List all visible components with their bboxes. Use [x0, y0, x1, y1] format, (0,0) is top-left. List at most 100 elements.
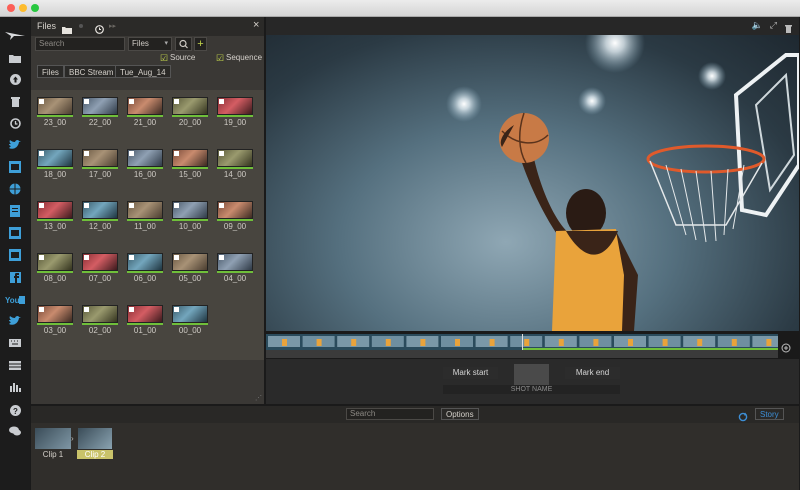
folder-icon[interactable] [8, 52, 22, 64]
clip-thumbnail [37, 149, 73, 167]
sequence-checkbox[interactable]: ☑ [216, 53, 224, 64]
clip-tile[interactable]: 14_00 [217, 149, 253, 180]
clip-status-bar [217, 115, 253, 117]
close-window-button[interactable] [7, 4, 15, 12]
clip-tile[interactable]: 23_00 [37, 97, 73, 128]
youtube-icon[interactable]: You [4, 293, 26, 305]
twitter-icon[interactable] [8, 315, 22, 327]
film-icon[interactable] [8, 249, 22, 261]
clip-tile[interactable]: 16_00 [127, 149, 163, 180]
filmstrip-figure [489, 339, 495, 346]
timeline-scroll-track[interactable] [266, 350, 778, 358]
clip-tile[interactable]: 13_00 [37, 201, 73, 232]
svg-text:?: ? [13, 407, 18, 416]
clip-tile[interactable]: 02_00 [82, 305, 118, 336]
chat-icon[interactable] [8, 425, 22, 437]
refresh-icon[interactable] [738, 409, 748, 427]
twitter-icon[interactable] [8, 139, 22, 151]
story-search-placeholder: Search [350, 409, 376, 418]
clip-status-bar [127, 323, 163, 325]
player-header: 🔈 ⤢ [266, 17, 799, 35]
film-icon[interactable] [8, 161, 22, 173]
upload-icon[interactable] [8, 73, 22, 85]
search-button[interactable] [175, 37, 192, 51]
breadcrumb-item[interactable]: Tue_Aug_14 [115, 65, 171, 78]
files-filter-value: Files [132, 39, 149, 48]
clip-tile[interactable]: 18_00 [37, 149, 73, 180]
window-titlebar [0, 0, 800, 17]
trash-icon[interactable] [8, 95, 22, 107]
clip-tile[interactable]: 12_00 [82, 201, 118, 232]
story-clip-thumbnail[interactable] [35, 428, 71, 449]
clip-status-bar [37, 167, 73, 169]
clip-tile[interactable]: 21_00 [127, 97, 163, 128]
clip-thumbnail [217, 201, 253, 219]
story-clip-label-selected[interactable]: Clip 2 [77, 450, 113, 459]
clip-thumbnail [172, 305, 208, 323]
timeline-filmstrip[interactable] [266, 334, 785, 356]
video-preview[interactable] [266, 35, 799, 331]
clip-label: 15_00 [178, 170, 202, 179]
clip-tile[interactable]: 20_00 [172, 97, 208, 128]
clip-tile[interactable]: 07_00 [82, 253, 118, 284]
clip-tile[interactable]: 03_00 [37, 305, 73, 336]
clip-status-bar [82, 115, 118, 117]
clip-tile[interactable]: 11_00 [127, 201, 163, 232]
story-button[interactable]: Story [755, 408, 784, 420]
bar-chart-icon[interactable] [8, 381, 22, 393]
options-button[interactable]: Options [441, 408, 479, 420]
clip-tile[interactable]: 19_00 [217, 97, 253, 128]
clip-tile[interactable]: 17_00 [82, 149, 118, 180]
clip-tile[interactable]: 22_00 [82, 97, 118, 128]
files-filter-select[interactable]: Files ▾ [128, 37, 172, 51]
story-search-input[interactable]: Search [346, 408, 434, 420]
clip-tile[interactable]: 00_00 [172, 305, 208, 336]
help-icon[interactable]: ? [8, 404, 22, 416]
clip-status-bar [217, 219, 253, 221]
clip-tile[interactable]: 08_00 [37, 253, 73, 284]
breadcrumb-item[interactable]: Files [37, 65, 64, 78]
source-checkbox[interactable]: ☑ [160, 53, 168, 64]
svg-text:You: You [5, 296, 20, 304]
files-search-input[interactable]: Search [35, 37, 125, 51]
clip-status-bar [37, 219, 73, 221]
clip-tile[interactable]: 06_00 [127, 253, 163, 284]
clip-tile[interactable]: 09_00 [217, 201, 253, 232]
sort-dots-icon[interactable] [79, 24, 83, 28]
clip-tile[interactable]: 01_00 [127, 305, 163, 336]
document-icon[interactable] [8, 205, 22, 217]
clip-tile[interactable]: 15_00 [172, 149, 208, 180]
clip-label: 21_00 [133, 118, 157, 127]
clip-thumbnail [37, 201, 73, 219]
mark-end-button[interactable]: Mark end [565, 367, 620, 379]
breadcrumb-item[interactable]: BBC Stream [64, 65, 119, 78]
zoom-window-button[interactable] [31, 4, 39, 12]
clip-tile[interactable]: 05_00 [172, 253, 208, 284]
facebook-icon[interactable] [8, 271, 22, 283]
filmstrip-figure [558, 339, 564, 346]
clip-tile[interactable]: 10_00 [172, 201, 208, 232]
list-icon[interactable] [8, 359, 22, 371]
file-grid: 23_00 22_00 21_00 20_00 19_00 18_00 17_00 16_00… [31, 90, 264, 360]
sort-order-icon[interactable]: ▸▸ [109, 22, 116, 30]
clip-thumbnail [82, 253, 118, 271]
mark-start-button[interactable]: Mark start [443, 367, 498, 379]
clip-tile[interactable]: 04_00 [217, 253, 253, 284]
add-button[interactable]: + [194, 37, 207, 51]
keyboard-icon[interactable] [8, 337, 22, 349]
clip-thumbnail [127, 149, 163, 167]
fullscreen-icon[interactable]: ⤢ [770, 20, 777, 31]
filmstrip-figure [662, 339, 668, 346]
resize-handle-icon[interactable]: ⋰ [255, 394, 262, 402]
shot-name-input[interactable]: SHOT NAME [443, 385, 620, 394]
history-icon[interactable] [8, 117, 22, 129]
volume-icon[interactable]: 🔈 [752, 20, 763, 31]
globe-icon[interactable] [8, 183, 22, 195]
filmstrip-figure [593, 339, 599, 346]
minimize-window-button[interactable] [19, 4, 27, 12]
film-icon[interactable] [8, 227, 22, 239]
close-icon[interactable]: × [253, 19, 259, 31]
story-toolbar: Search Options Story [31, 406, 799, 423]
story-clip-thumbnail[interactable] [78, 428, 112, 449]
zoom-icon[interactable] [781, 340, 791, 358]
